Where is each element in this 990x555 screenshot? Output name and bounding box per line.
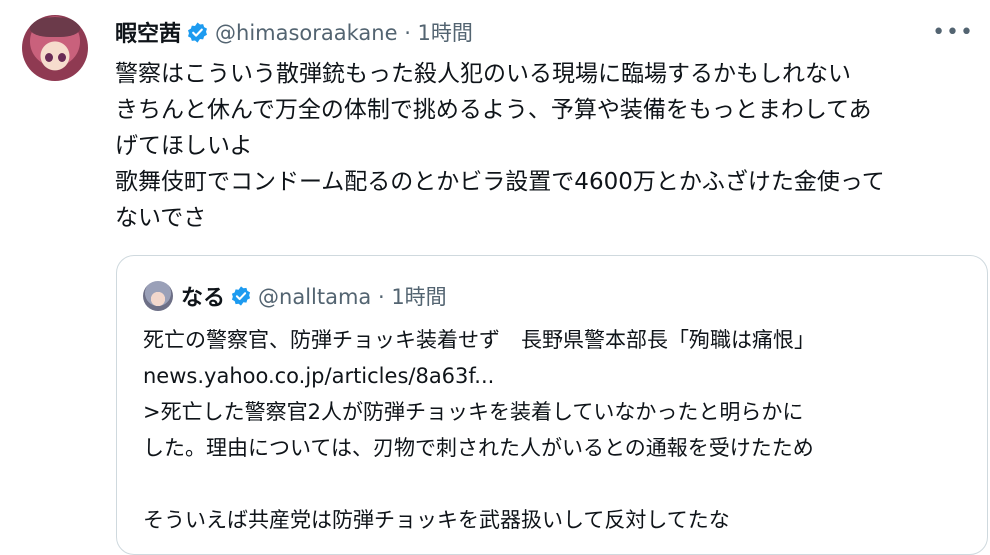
avatar-eye [58,53,66,62]
quoted-line: そういえば共産党は防弾チョッキを武器扱いして反対してたな [143,508,730,532]
quoted-author-avatar [143,281,173,311]
quoted-line: した。理由については、刃物で刺された人がいるとの通報を受けたため [143,436,814,460]
verified-badge-icon [188,21,208,43]
quoted-author-name: なる [181,286,226,311]
more-dots-icon[interactable]: ••• [932,20,974,45]
quoted-line: 死亡の警察官、防弾チョッキ装着せず 長野県警本部長「殉職は痛恨」 [143,328,815,352]
tweet-body: 警察はこういう散弾銃もった殺人犯のいる現場に臨場するかもしれない きちんと休んで… [115,56,975,236]
tweet-header: 暇空茜 @himasoraakane · 1時間 [115,16,473,48]
quoted-tweet-card[interactable]: なる @nalltama · 1時間 死亡の警察官、防弾チョッキ装着せず 長野県… [116,255,988,555]
tweet-line: きちんと休んで万全の体制で挑めるよう、予算や装備をもっとまわしてあ [115,97,872,123]
author-avatar[interactable] [22,15,88,81]
author-handle-time[interactable]: @himasoraakane · 1時間 [215,17,473,47]
tweet-line: げてほしいよ [115,133,253,159]
avatar-eye [45,53,53,62]
quoted-link[interactable]: news.yahoo.co.jp/articles/8a63f... [143,358,815,394]
author-name[interactable]: 暇空茜 [115,16,181,48]
verified-badge-icon [231,286,251,306]
quoted-line: >死亡した警察官2人が防弾チョッキを装着していなかったと明らかに [143,400,804,424]
quoted-tweet-header: なる @nalltama · 1時間 [143,280,447,312]
quoted-author-handle-time: @nalltama · 1時間 [258,285,447,309]
avatar-hat [30,17,80,37]
tweet-line: ないでさ [115,205,207,231]
quoted-line [143,466,815,502]
quoted-tweet-body: 死亡の警察官、防弾チョッキ装着せず 長野県警本部長「殉職は痛恨」 news.ya… [143,322,815,538]
tweet-line: 警察はこういう散弾銃もった殺人犯のいる現場に臨場するかもしれない [115,61,851,87]
tweet-line: 歌舞伎町でコンドーム配るのとかビラ設置で4600万とかふざけた金使って [115,169,885,195]
